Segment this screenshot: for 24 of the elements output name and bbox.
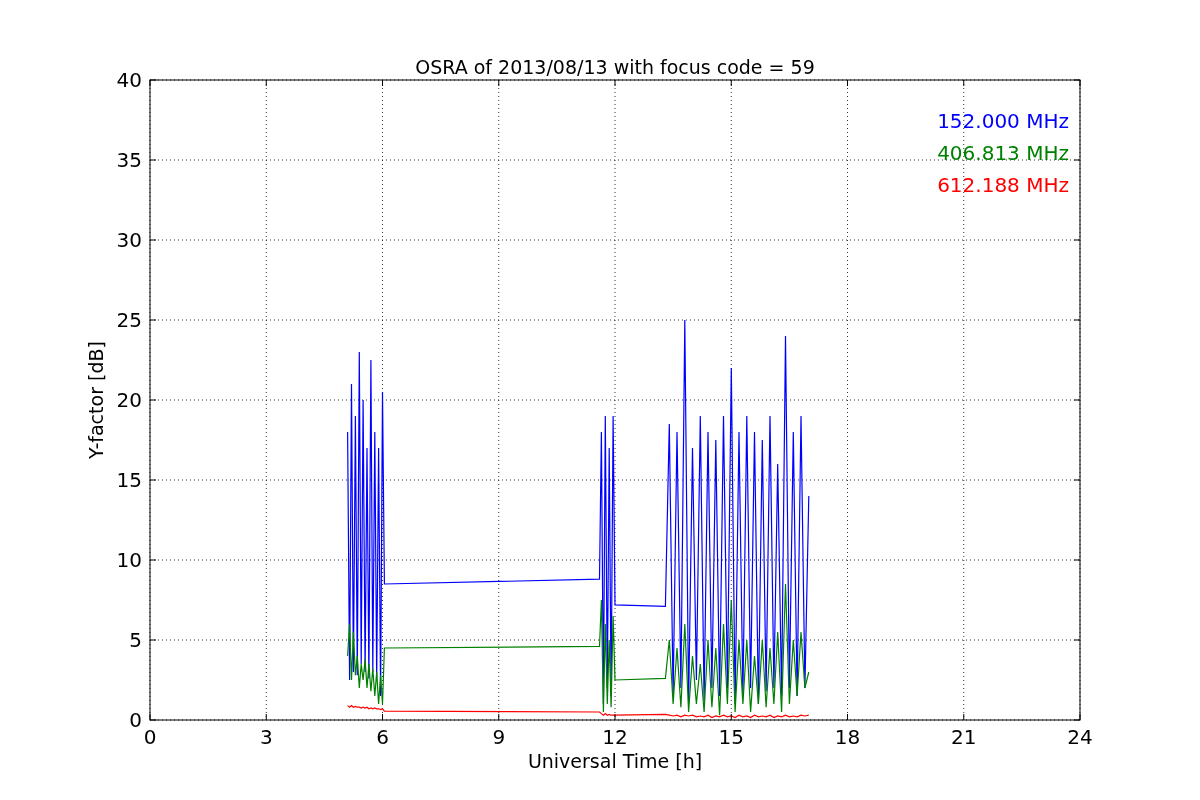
tick-label: 24 [1067,725,1093,749]
tick-label: 35 [116,148,142,172]
axis-label: Y-factor [dB] [85,341,107,459]
tick-label: 40 [116,68,142,92]
tick-label: 5 [129,628,142,652]
tick-label: 6 [376,725,389,749]
legend-label: 406.813 MHz [937,141,1069,165]
tick-label: 3 [259,725,273,749]
tick-label: 30 [116,228,142,252]
tick-label: 20 [116,388,142,412]
tick-label: 0 [129,708,142,732]
tick-label: 25 [116,308,142,332]
tick-label: 21 [951,725,977,749]
tick-label: 0 [143,725,157,749]
tick-label: 12 [602,725,628,749]
legend-label: 152.000 MHz [937,109,1069,133]
legend-label: 612.188 MHz [937,173,1069,197]
tick-label: 18 [834,725,861,749]
chart-title: OSRA of 2013/08/13 with focus code = 59 [415,56,815,78]
axis-label: Universal Time [h] [527,750,703,772]
tick-label: 15 [718,725,744,749]
tick-label: 15 [116,468,142,492]
tick-label: 10 [116,548,142,572]
tick-label: 9 [492,725,506,749]
